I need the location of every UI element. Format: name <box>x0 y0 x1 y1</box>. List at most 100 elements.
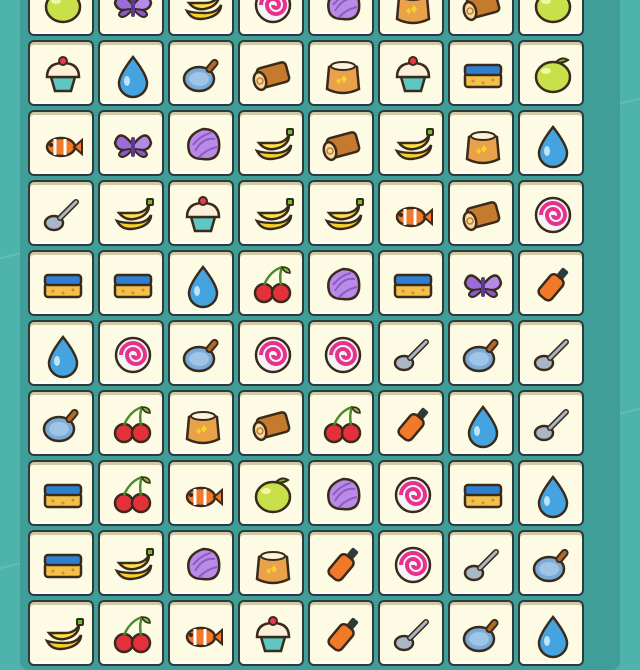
tile[interactable] <box>28 460 94 526</box>
tile[interactable] <box>448 530 514 596</box>
tile[interactable] <box>378 530 444 596</box>
tile[interactable] <box>238 110 304 176</box>
tile[interactable] <box>448 600 514 666</box>
banana-icon <box>254 128 294 161</box>
tile[interactable] <box>448 110 514 176</box>
tile[interactable] <box>518 530 584 596</box>
cupcake-icon <box>185 196 221 233</box>
tile[interactable] <box>98 530 164 596</box>
tile[interactable] <box>238 180 304 246</box>
tile[interactable] <box>28 390 94 456</box>
tile[interactable] <box>98 110 164 176</box>
water-drop-icon <box>117 54 149 99</box>
tile[interactable] <box>448 320 514 386</box>
water-drop-icon <box>537 474 569 519</box>
tile[interactable] <box>98 390 164 456</box>
tile[interactable] <box>448 40 514 106</box>
tile[interactable] <box>378 320 444 386</box>
tile[interactable] <box>98 0 164 36</box>
tile[interactable] <box>168 0 234 36</box>
tile[interactable] <box>238 40 304 106</box>
shell-icon <box>327 477 361 511</box>
tile[interactable] <box>98 40 164 106</box>
tile[interactable] <box>518 0 584 36</box>
tile-grid <box>28 0 584 666</box>
tile[interactable] <box>168 460 234 526</box>
tile[interactable] <box>28 600 94 666</box>
tile[interactable] <box>378 180 444 246</box>
tile[interactable] <box>308 320 374 386</box>
tile[interactable] <box>238 460 304 526</box>
tile[interactable] <box>168 180 234 246</box>
tile[interactable] <box>448 250 514 316</box>
tile[interactable] <box>238 320 304 386</box>
tile[interactable] <box>518 180 584 246</box>
bottle-icon <box>327 617 359 652</box>
tile[interactable] <box>308 110 374 176</box>
tile[interactable] <box>378 390 444 456</box>
tile[interactable] <box>28 250 94 316</box>
tile[interactable] <box>308 180 374 246</box>
tile[interactable] <box>448 390 514 456</box>
tile[interactable] <box>518 320 584 386</box>
candy-icon <box>114 336 152 374</box>
tile[interactable] <box>448 180 514 246</box>
water-drop-icon <box>467 404 499 449</box>
tile[interactable] <box>378 250 444 316</box>
shell-icon <box>187 547 221 581</box>
tile[interactable] <box>308 390 374 456</box>
lemon-icon <box>534 57 572 94</box>
tile[interactable] <box>28 180 94 246</box>
tile[interactable] <box>518 40 584 106</box>
tile[interactable] <box>28 320 94 386</box>
tile[interactable] <box>308 460 374 526</box>
tile[interactable] <box>378 110 444 176</box>
tile[interactable] <box>168 40 234 106</box>
tile[interactable] <box>308 250 374 316</box>
log-icon <box>462 0 501 22</box>
tile[interactable] <box>28 110 94 176</box>
flour-sack-icon <box>185 411 221 445</box>
tile[interactable] <box>28 0 94 36</box>
tile[interactable] <box>98 600 164 666</box>
tile[interactable] <box>98 250 164 316</box>
water-drop-icon <box>537 614 569 659</box>
tile[interactable] <box>378 0 444 36</box>
tile[interactable] <box>238 390 304 456</box>
clownfish-icon <box>185 626 223 648</box>
tile[interactable] <box>168 110 234 176</box>
tile[interactable] <box>308 530 374 596</box>
water-drop-icon <box>537 124 569 169</box>
tile[interactable] <box>518 600 584 666</box>
tile[interactable] <box>518 460 584 526</box>
tile[interactable] <box>168 390 234 456</box>
tile[interactable] <box>168 250 234 316</box>
tile[interactable] <box>518 390 584 456</box>
tile[interactable] <box>308 40 374 106</box>
tile[interactable] <box>448 0 514 36</box>
butterfly-icon <box>463 274 503 298</box>
tile[interactable] <box>378 460 444 526</box>
tile[interactable] <box>448 460 514 526</box>
tile[interactable] <box>378 600 444 666</box>
tile[interactable] <box>168 530 234 596</box>
frying-pan-icon <box>42 408 79 443</box>
tile[interactable] <box>238 530 304 596</box>
tile[interactable] <box>28 40 94 106</box>
tile[interactable] <box>238 0 304 36</box>
tile[interactable] <box>98 180 164 246</box>
clownfish-icon <box>45 136 83 158</box>
tile[interactable] <box>28 530 94 596</box>
clownfish-icon <box>185 486 223 508</box>
tile[interactable] <box>378 40 444 106</box>
tile[interactable] <box>518 110 584 176</box>
tile[interactable] <box>238 600 304 666</box>
tile[interactable] <box>238 250 304 316</box>
tile[interactable] <box>308 600 374 666</box>
tile[interactable] <box>168 600 234 666</box>
tile[interactable] <box>308 0 374 36</box>
tile[interactable] <box>98 320 164 386</box>
tile[interactable] <box>168 320 234 386</box>
tile[interactable] <box>518 250 584 316</box>
tile[interactable] <box>98 460 164 526</box>
